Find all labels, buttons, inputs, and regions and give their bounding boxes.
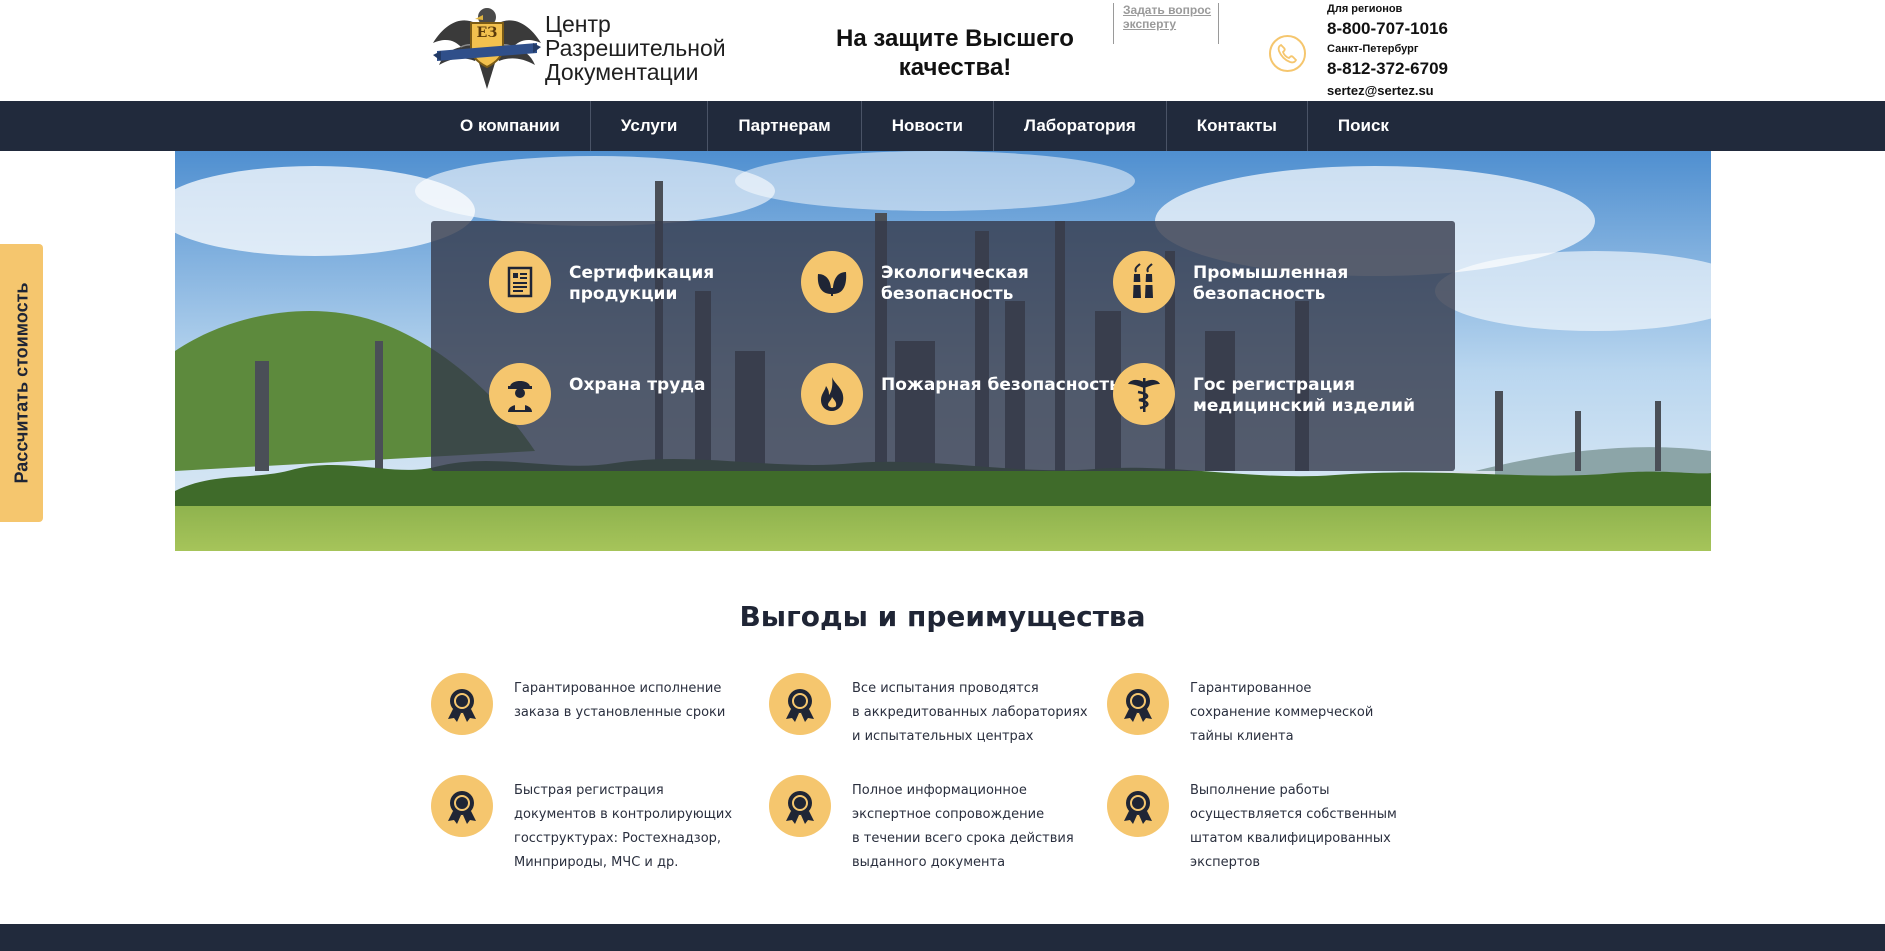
region-phone[interactable]: 8-800-707-1016 <box>1327 18 1448 40</box>
certificate-icon <box>489 251 551 313</box>
benefit-text: Все испытания проводятся в аккредитованн… <box>852 681 1088 744</box>
medal-icon <box>1107 775 1169 837</box>
caduceus-icon <box>1113 363 1175 425</box>
benefit-item: Полное информационное экспертное сопрово… <box>769 775 1089 875</box>
benefit-item: Гарантированное исполнение заказа в уста… <box>431 673 751 735</box>
nav-item-services[interactable]: Услуги <box>589 101 708 151</box>
site-header: ЕЗ Центр Разрешительной Документации На … <box>0 0 1885 101</box>
calculate-cost-label: Рассчитать стоимость <box>11 282 31 484</box>
benefit-text: Выполнение работы осуществляется собстве… <box>1190 783 1397 870</box>
service-labor-safety[interactable]: Охрана труда <box>489 363 706 425</box>
main-nav: О компании Услуги Партнерам Новости Лабо… <box>0 101 1885 151</box>
medal-icon <box>769 775 831 837</box>
service-label: Охрана труда <box>569 375 706 395</box>
medal-icon <box>1107 673 1169 735</box>
benefit-item: Выполнение работы осуществляется собстве… <box>1107 775 1427 875</box>
benefit-text: Быстрая регистрация документов в контрол… <box>514 783 733 870</box>
service-label: Промышленная безопасность <box>1193 263 1349 304</box>
email-link[interactable]: sertez@sertez.su <box>1327 82 1434 100</box>
ask-expert-box: Задать вопрос эксперту <box>1113 3 1219 44</box>
header-slogan: На защите Высшего качества! <box>836 25 1074 81</box>
footer-bar <box>0 924 1885 951</box>
logo-text-line: Центр <box>545 11 611 37</box>
benefit-item: Гарантированное сохранение коммерческой … <box>1107 673 1427 749</box>
service-industrial-safety[interactable]: Промышленная безопасность <box>1113 251 1348 313</box>
nav-item-search[interactable]: Поиск <box>1306 101 1419 151</box>
service-certification[interactable]: Сертификация продукции <box>489 251 714 313</box>
leaf-icon <box>801 251 863 313</box>
nav-list: О компании Услуги Партнерам Новости Лабо… <box>430 101 1419 151</box>
benefits-title: Выгоды и преимущества <box>739 600 1146 633</box>
benefit-item: Все испытания проводятся в аккредитованн… <box>769 673 1089 749</box>
service-label: Сертификация продукции <box>569 263 715 304</box>
logo-text[interactable]: Центр Разрешительной Документации <box>545 12 726 84</box>
nav-item-contacts[interactable]: Контакты <box>1165 101 1307 151</box>
benefit-text: Гарантированное сохранение коммерческой … <box>1190 681 1374 744</box>
benefit-text: Полное информационное экспертное сопрово… <box>852 783 1074 870</box>
spb-label: Санкт-Петербург <box>1327 43 1419 55</box>
logo-badge: ЕЗ <box>476 25 498 41</box>
medal-icon <box>431 775 493 837</box>
hero-banner: Сертификация продукции Экологическая без… <box>175 151 1711 551</box>
factory-icon <box>1113 251 1175 313</box>
service-label: Гос регистрация медицинский изделий <box>1193 375 1416 416</box>
logo-text-line: Разрешительной <box>545 35 726 61</box>
region-label: Для регионов <box>1327 3 1403 15</box>
nav-item-laboratory[interactable]: Лаборатория <box>992 101 1166 151</box>
service-label: Пожарная безопасность <box>881 375 1120 395</box>
calculate-cost-tab[interactable]: Рассчитать стоимость <box>0 244 43 522</box>
logo-eagle-icon[interactable]: ЕЗ <box>431 3 543 91</box>
benefit-item: Быстрая регистрация документов в контрол… <box>431 775 751 875</box>
logo-text-line: Документации <box>545 59 699 85</box>
service-medical-registration[interactable]: Гос регистрация медицинский изделий <box>1113 363 1415 425</box>
service-ecology[interactable]: Экологическая безопасность <box>801 251 1029 313</box>
fire-icon <box>801 363 863 425</box>
services-panel: Сертификация продукции Экологическая без… <box>431 221 1455 471</box>
service-fire-safety[interactable]: Пожарная безопасность <box>801 363 1120 425</box>
worker-icon <box>489 363 551 425</box>
spb-phone[interactable]: 8-812-372-6709 <box>1327 58 1448 80</box>
service-label: Экологическая безопасность <box>881 263 1029 304</box>
nav-item-company[interactable]: О компании <box>430 101 590 151</box>
medal-icon <box>431 673 493 735</box>
nav-item-news[interactable]: Новости <box>860 101 993 151</box>
nav-item-partners[interactable]: Партнерам <box>707 101 860 151</box>
benefit-text: Гарантированное исполнение заказа в уста… <box>514 681 726 720</box>
ask-expert-link[interactable]: Задать вопрос эксперту <box>1123 3 1215 31</box>
medal-icon <box>769 673 831 735</box>
phone-icon <box>1269 35 1306 72</box>
